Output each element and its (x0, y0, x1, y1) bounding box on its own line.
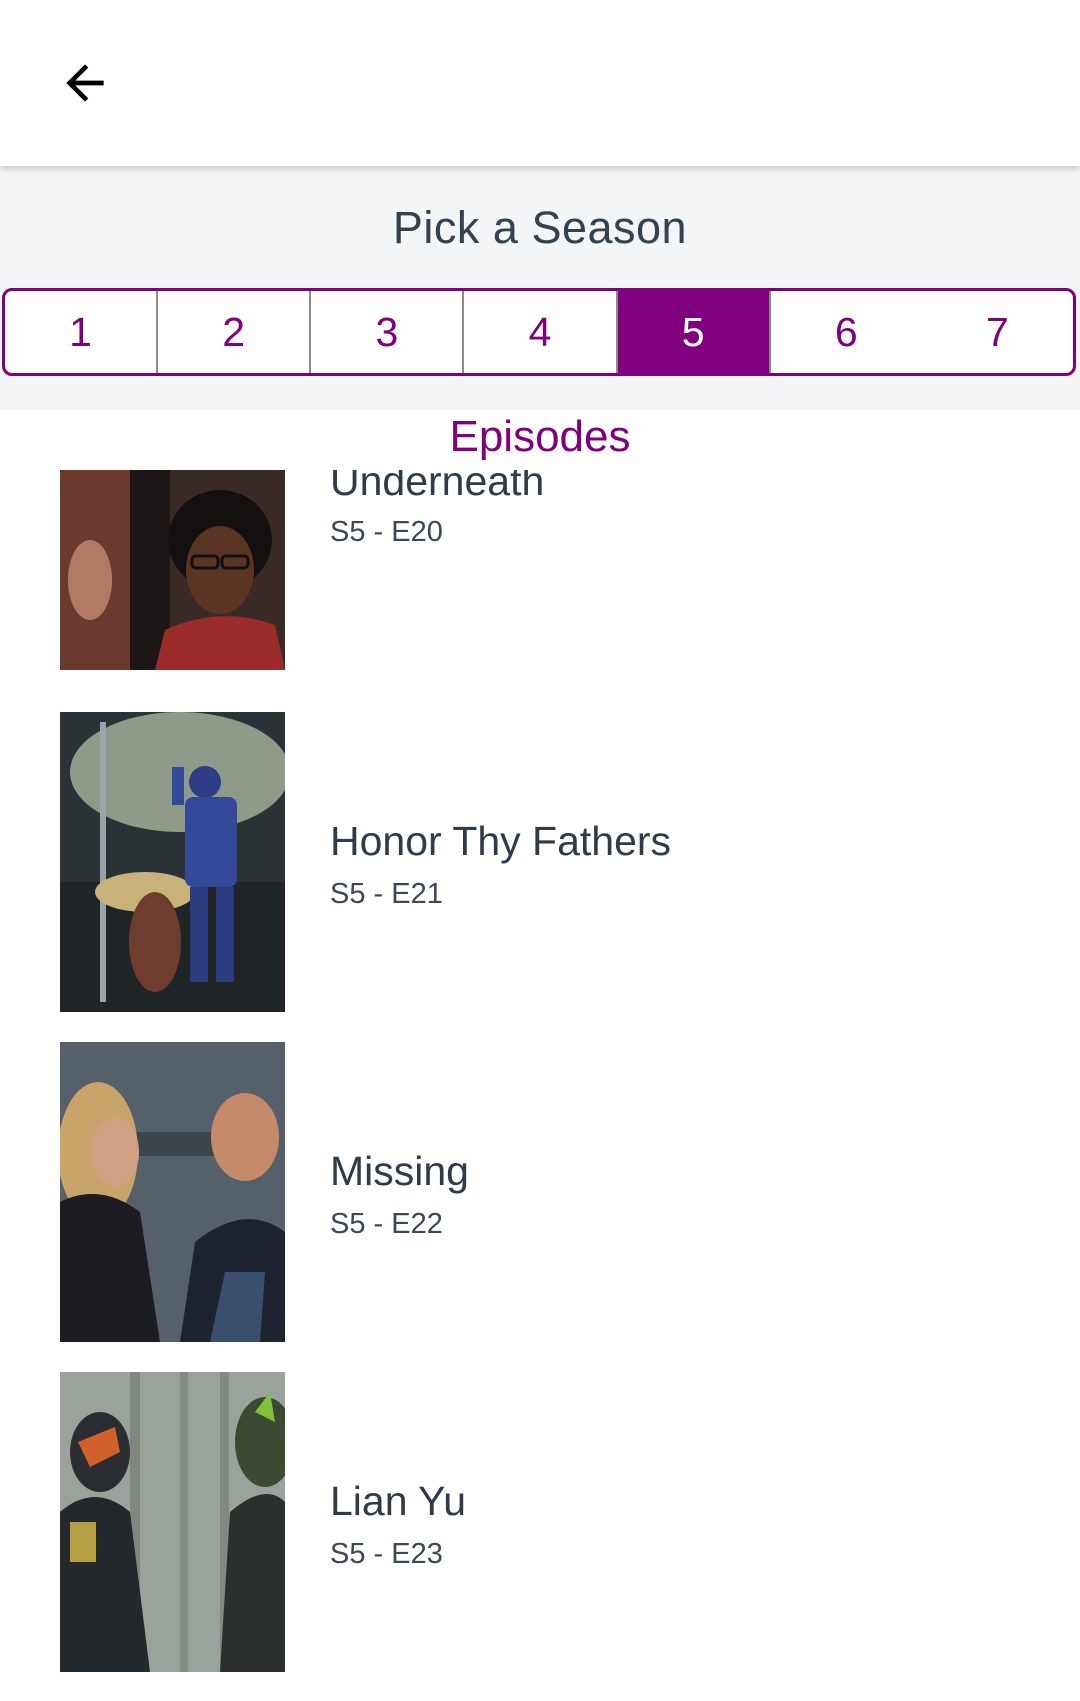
episode-item[interactable]: Lian Yu S5 - E23 (0, 1372, 1080, 1672)
episode-item[interactable]: Missing S5 - E22 (0, 1042, 1080, 1342)
episode-title: Lian Yu (330, 1478, 467, 1524)
season-tab-4[interactable]: 4 (464, 291, 618, 373)
season-tab-7[interactable]: 7 (922, 291, 1073, 373)
back-button[interactable] (44, 42, 126, 124)
season-tab-3[interactable]: 3 (311, 291, 465, 373)
episode-title: Missing (330, 1148, 469, 1194)
season-tab-5[interactable]: 5 (617, 291, 771, 373)
episodes-heading: Episodes (449, 412, 631, 461)
app-screen: Pick a Season 1 2 3 4 5 6 7 Episodes Und… (0, 0, 1080, 1701)
episode-thumbnail (60, 1042, 285, 1342)
episode-thumbnail (60, 470, 285, 670)
season-picker-title: Pick a Season (392, 202, 688, 253)
season-tabs: 1 2 3 4 5 6 7 (2, 288, 1076, 376)
season-picker: Pick a Season 1 2 3 4 5 6 7 (0, 166, 1080, 410)
episode-thumbnail (60, 1372, 285, 1672)
episode-item[interactable]: Underneath S5 - E20 (0, 470, 1080, 670)
episode-thumbnail (60, 712, 285, 1012)
episode-title: Underneath (330, 470, 545, 504)
episode-code: S5 - E23 (330, 1538, 443, 1570)
episode-item[interactable]: Honor Thy Fathers S5 - E21 (0, 712, 1080, 1012)
top-app-bar (0, 0, 1080, 166)
episode-list: Underneath S5 - E20 Honor Thy Fathers S5… (0, 470, 1080, 1701)
episode-code: S5 - E21 (330, 878, 443, 910)
episode-code: S5 - E20 (330, 516, 443, 548)
episode-code: S5 - E22 (330, 1208, 443, 1240)
season-tab-1[interactable]: 1 (5, 291, 159, 373)
season-tab-2[interactable]: 2 (158, 291, 312, 373)
arrow-left-icon (66, 64, 104, 102)
season-tab-6[interactable]: 6 (771, 291, 922, 373)
episode-title: Honor Thy Fathers (330, 818, 672, 864)
